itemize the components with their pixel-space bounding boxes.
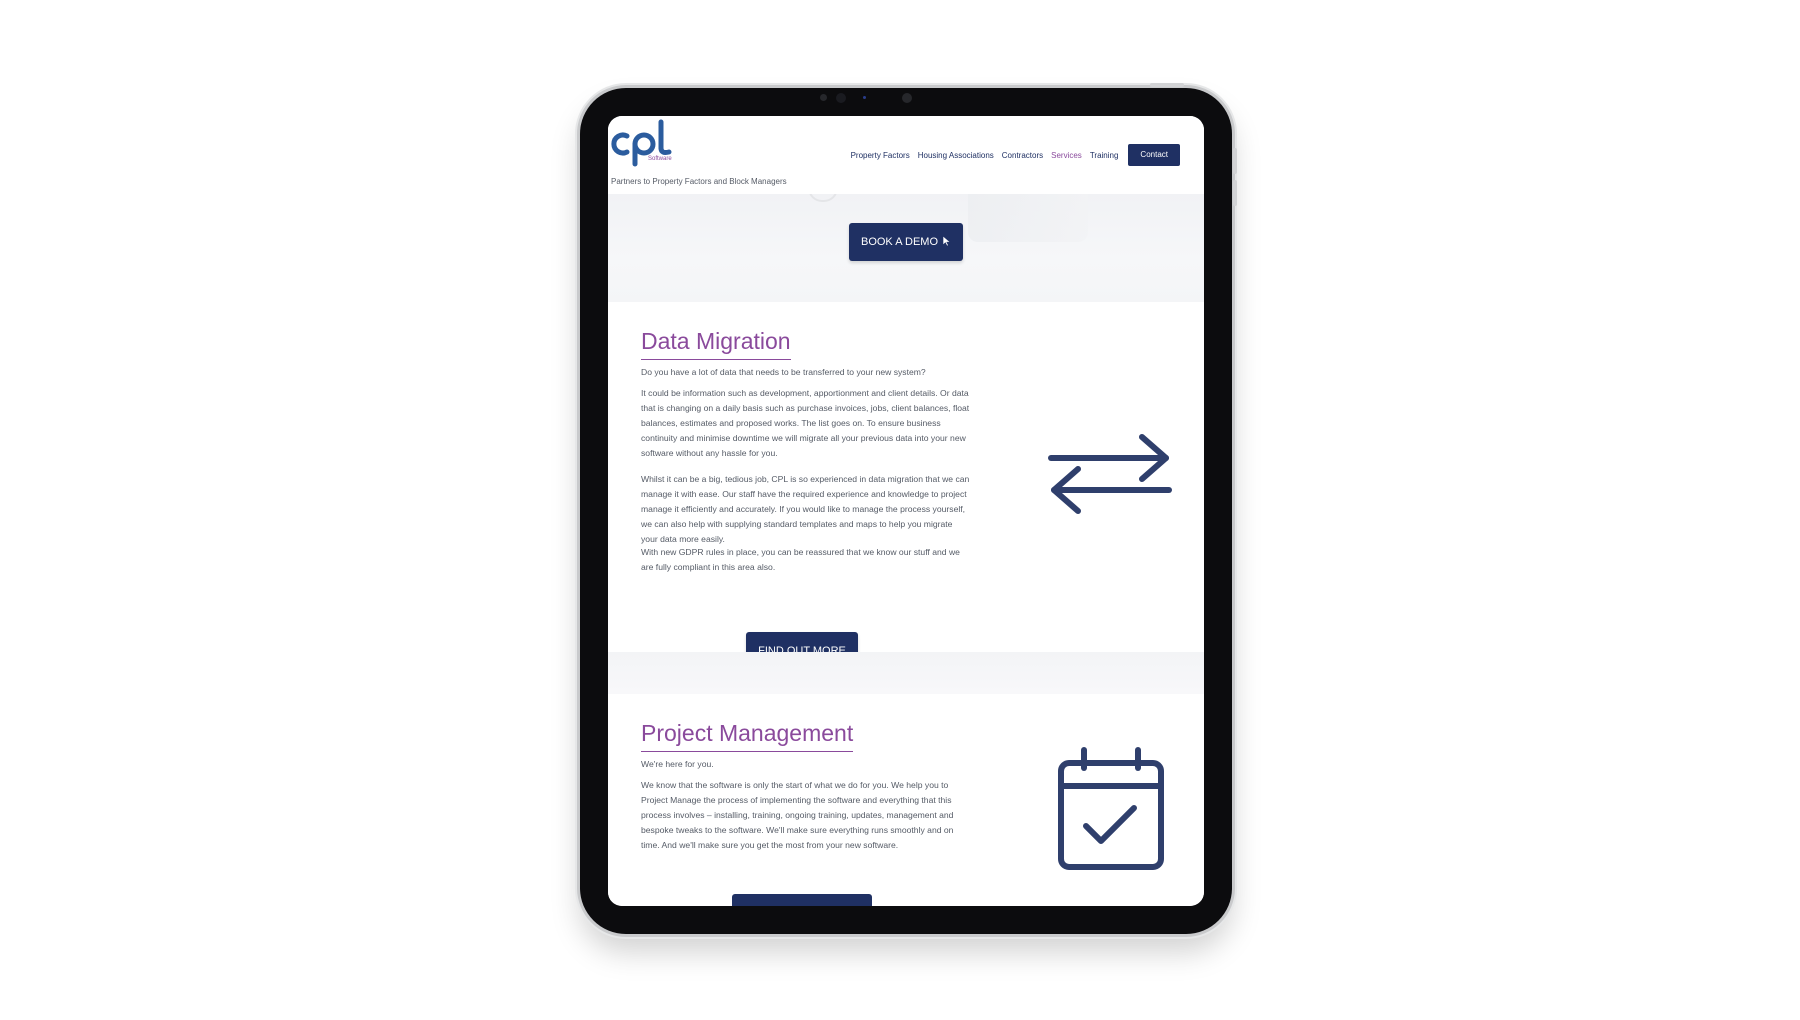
volume-up-button <box>1233 148 1237 174</box>
data-migration-section: Data Migration Do you have a lot of data… <box>608 302 1204 670</box>
hero-background-image <box>968 194 1088 242</box>
camera-sensor <box>902 93 912 103</box>
hero-banner: BOOK A DEMO <box>608 188 1204 302</box>
volume-down-button <box>1233 180 1237 206</box>
camera-indicator <box>863 96 866 99</box>
section-paragraph: Whilst it can be a big, tedious job, CPL… <box>641 474 970 544</box>
book-demo-button[interactable]: BOOK A DEMO <box>849 223 963 261</box>
camera-sensor <box>820 94 827 101</box>
section-divider <box>608 652 1204 694</box>
book-demo-label: BOOK A DEMO <box>860 236 939 248</box>
nav-item-training[interactable]: Training <box>1090 151 1119 160</box>
nav-item-services[interactable]: Services <box>1051 151 1082 160</box>
nav-item-contractors[interactable]: Contractors <box>1002 151 1043 160</box>
svg-text:Software: Software <box>648 156 672 162</box>
section-paragraph: With new GDPR rules in place, you can be… <box>641 547 960 572</box>
main-nav: Property Factors Housing Associations Co… <box>843 144 1180 166</box>
power-button <box>1150 83 1184 87</box>
nav-item-housing-associations[interactable]: Housing Associations <box>918 151 994 160</box>
nav-item-property-factors[interactable]: Property Factors <box>851 151 910 160</box>
section-paragraph: We know that the software is only the st… <box>641 780 954 850</box>
calendar-check-icon <box>1056 746 1166 877</box>
section-paragraph: It could be information such as developm… <box>641 388 970 458</box>
section-paragraph: Do you have a lot of data that needs to … <box>641 367 926 377</box>
cpl-logo[interactable]: Software <box>611 118 681 175</box>
contact-button[interactable]: Contact <box>1128 144 1180 166</box>
transfer-arrows-icon <box>1048 434 1172 519</box>
section-button[interactable] <box>732 894 872 906</box>
site-header: Software Partners to Property Factors an… <box>608 116 1204 194</box>
section-title: Data Migration <box>641 328 791 360</box>
section-title: Project Management <box>641 720 854 752</box>
section-paragraph: We're here for you. <box>641 759 714 769</box>
camera-lens <box>836 93 846 103</box>
tablet-screen: Software Partners to Property Factors an… <box>608 116 1204 906</box>
cursor-pointer-icon <box>942 234 951 250</box>
tagline: Partners to Property Factors and Block M… <box>611 177 787 186</box>
tablet-frame: Software Partners to Property Factors an… <box>580 83 1237 934</box>
project-management-section: Project Management We're here for you. W… <box>608 694 1204 906</box>
